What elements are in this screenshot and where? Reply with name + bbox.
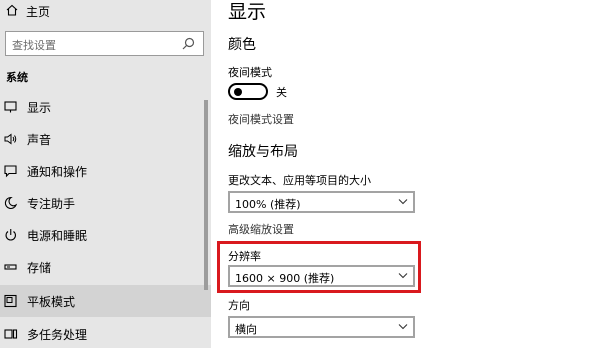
sidebar-item-label: 电源和睡眠 [27, 229, 88, 243]
chevron-down-icon [398, 324, 408, 330]
moon-icon [4, 196, 18, 209]
tablet-icon [4, 294, 17, 308]
storage-icon [4, 264, 17, 270]
advanced-scaling-link[interactable]: 高级缩放设置 [228, 221, 294, 237]
speaker-icon [4, 133, 17, 145]
main-panel: 显示 颜色 夜间模式 关 夜间模式设置 缩放与布局 更改文本、应用等项目的大小 … [211, 0, 600, 348]
sidebar-item-tablet-mode[interactable]: 平板模式 [0, 285, 211, 317]
night-mode-label: 夜间模式 [228, 66, 272, 79]
home-label: 主页 [26, 5, 51, 19]
monitor-icon [4, 101, 17, 113]
night-mode-toggle[interactable] [228, 83, 268, 100]
toggle-knob [234, 88, 242, 96]
sidebar-item-label: 多任务处理 [27, 328, 88, 342]
sidebar-item-sound[interactable]: 声音 [0, 123, 211, 155]
sidebar-item-focus-assist[interactable]: 专注助手 [0, 187, 211, 219]
sidebar-item-label: 存储 [27, 261, 52, 275]
page-title: 显示 [228, 1, 267, 23]
sidebar-item-label: 专注助手 [27, 197, 76, 211]
night-mode-state: 关 [276, 86, 287, 99]
night-mode-settings-link[interactable]: 夜间模式设置 [228, 111, 294, 127]
sidebar-scrollbar[interactable] [204, 100, 208, 290]
orientation-dropdown-value: 横向 [235, 323, 257, 336]
sidebar-item-label: 通知和操作 [27, 165, 88, 179]
sidebar-item-label: 平板模式 [27, 295, 76, 309]
search-placeholder: 查找设置 [12, 39, 56, 52]
scale-layout-heading: 缩放与布局 [228, 144, 298, 160]
size-dropdown-value: 100% (推荐) [235, 198, 301, 211]
sidebar-item-display[interactable]: 显示 [0, 91, 211, 123]
resolution-dropdown[interactable]: 1600 × 900 (推荐) [228, 265, 415, 287]
chevron-down-icon [398, 199, 408, 205]
resolution-label: 分辨率 [228, 250, 261, 263]
home-icon [6, 4, 18, 16]
multitask-icon [4, 329, 18, 339]
sidebar: 主页 查找设置 系统 显示 声音 通知和操作 专注助手 电源和睡眠 存储 平板模… [0, 0, 211, 348]
sidebar-item-label: 声音 [27, 133, 52, 147]
resolution-dropdown-value: 1600 × 900 (推荐) [235, 272, 335, 285]
sidebar-item-storage[interactable]: 存储 [0, 251, 211, 283]
notification-icon [4, 165, 17, 178]
sidebar-item-label: 显示 [27, 101, 52, 115]
size-label: 更改文本、应用等项目的大小 [228, 174, 371, 187]
orientation-label: 方向 [228, 299, 250, 312]
chevron-down-icon [398, 273, 408, 279]
sidebar-item-power-sleep[interactable]: 电源和睡眠 [0, 219, 211, 251]
home-link[interactable]: 主页 [0, 0, 211, 24]
search-input[interactable]: 查找设置 [5, 31, 204, 56]
sidebar-item-notifications[interactable]: 通知和操作 [0, 155, 211, 187]
size-dropdown[interactable]: 100% (推荐) [228, 191, 415, 213]
power-icon [5, 229, 16, 241]
orientation-dropdown[interactable]: 横向 [228, 316, 415, 338]
section-label: 系统 [6, 71, 28, 84]
search-icon[interactable] [182, 37, 195, 50]
color-heading: 颜色 [228, 37, 256, 53]
sidebar-item-multitasking[interactable]: 多任务处理 [0, 318, 211, 350]
